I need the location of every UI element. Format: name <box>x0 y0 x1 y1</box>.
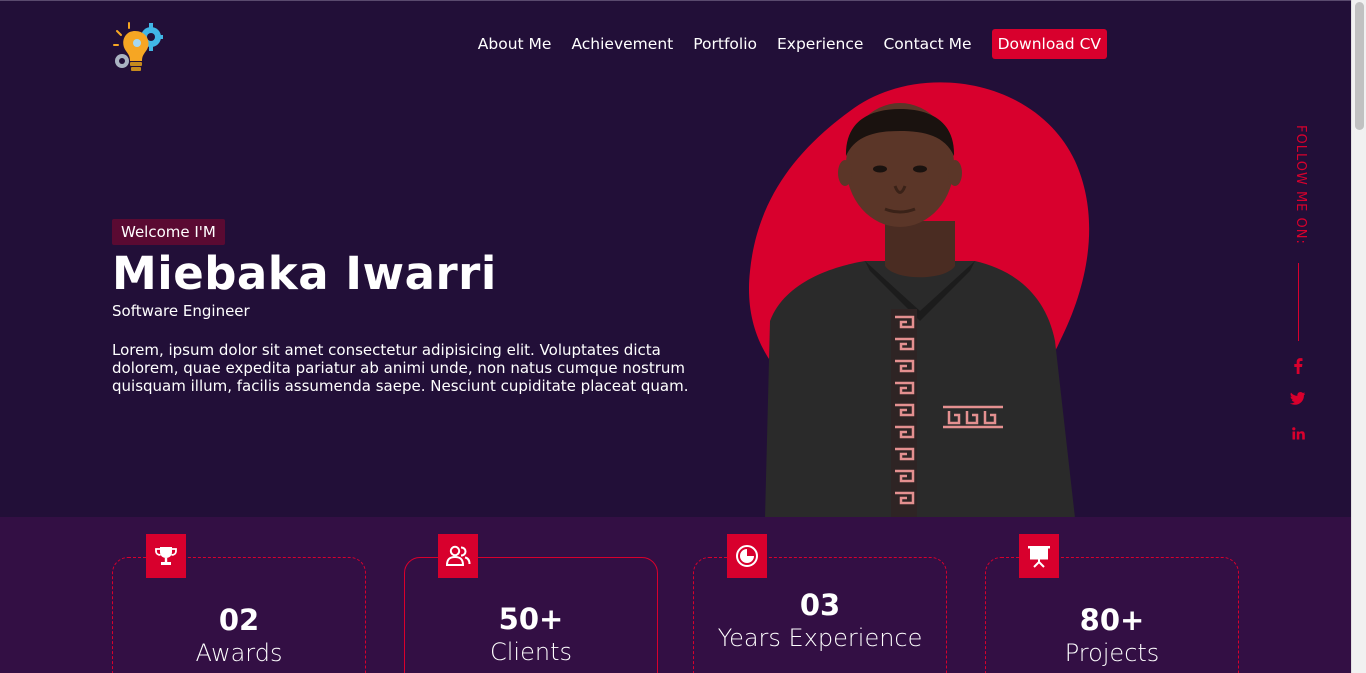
twitter-icon[interactable] <box>1288 392 1308 408</box>
main-nav: About Me Achievement Portfolio Experienc… <box>478 29 1107 59</box>
stat-label: Clients <box>490 638 572 666</box>
scrollbar-thumb[interactable] <box>1355 2 1364 130</box>
welcome-badge: Welcome I'M <box>112 219 225 245</box>
download-cv-button[interactable]: Download CV <box>991 29 1107 59</box>
page-scrollbar[interactable] <box>1351 0 1366 673</box>
stats-section: 02 Awards 50+ Clients 03 Years Experienc… <box>0 517 1351 673</box>
hero-name: Miebaka Iwarri <box>112 247 497 300</box>
linkedin-icon[interactable] <box>1288 427 1308 443</box>
users-icon <box>438 534 478 578</box>
stat-number: 50+ <box>498 602 564 636</box>
stat-number: 80+ <box>1079 603 1145 637</box>
nav-portfolio[interactable]: Portfolio <box>693 35 757 53</box>
stat-label: Years Experience <box>717 624 923 652</box>
stat-card-projects: 80+ Projects <box>985 534 1239 673</box>
hero-bio: Lorem, ipsum dolor sit amet consectetur … <box>112 341 689 395</box>
follow-me-label: FOLLOW ME ON: <box>1293 125 1308 245</box>
stat-card-awards: 02 Awards <box>112 534 366 673</box>
clock-icon <box>727 534 767 578</box>
stat-number: 03 <box>799 588 841 622</box>
profile-photo <box>745 81 1095 518</box>
follow-divider <box>1298 263 1299 341</box>
hero-role: Software Engineer <box>112 302 250 320</box>
stat-label: Awards <box>195 639 283 667</box>
stat-card-experience: 03 Years Experience <box>693 534 947 673</box>
presentation-icon <box>1019 534 1059 578</box>
stat-number: 02 <box>218 603 260 637</box>
stat-label: Projects <box>1064 639 1160 667</box>
nav-contact-me[interactable]: Contact Me <box>883 35 971 53</box>
stat-card-clients: 50+ Clients <box>404 534 658 673</box>
logo-icon[interactable] <box>111 21 163 75</box>
hero-section: About Me Achievement Portfolio Experienc… <box>0 0 1351 518</box>
facebook-icon[interactable] <box>1288 358 1308 374</box>
trophy-icon <box>146 534 186 578</box>
nav-achievement[interactable]: Achievement <box>571 35 673 53</box>
nav-about-me[interactable]: About Me <box>478 35 552 53</box>
nav-experience[interactable]: Experience <box>777 35 863 53</box>
